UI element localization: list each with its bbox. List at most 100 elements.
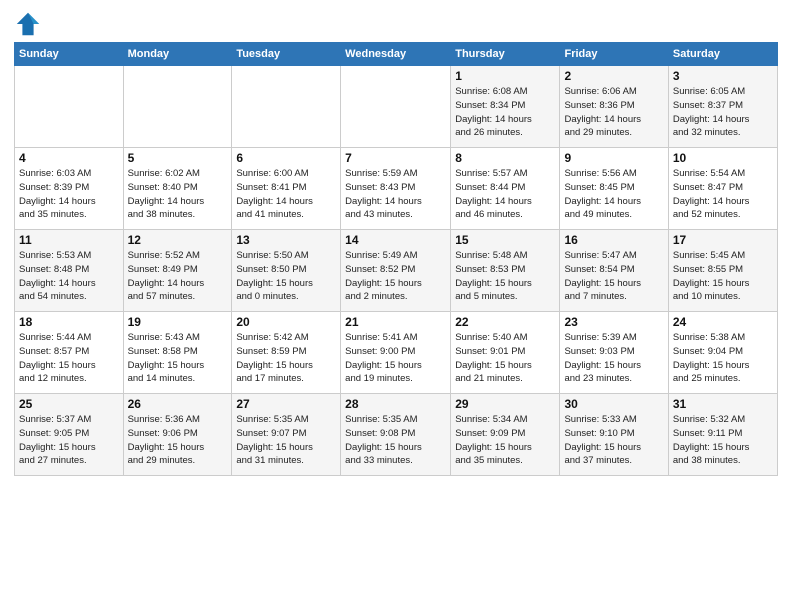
- day-number: 20: [236, 315, 336, 329]
- logo-icon: [14, 10, 42, 38]
- calendar-cell: 27 Sunrise: 5:35 AM Sunset: 9:07 PM Dayli…: [232, 394, 341, 476]
- calendar-cell: 30 Sunrise: 5:33 AM Sunset: 9:10 PM Dayli…: [560, 394, 668, 476]
- day-number: 30: [564, 397, 663, 411]
- calendar-cell: 8 Sunrise: 5:57 AM Sunset: 8:44 PM Daylig…: [451, 148, 560, 230]
- calendar-cell: 15 Sunrise: 5:48 AM Sunset: 8:53 PM Dayli…: [451, 230, 560, 312]
- calendar-cell: 19 Sunrise: 5:43 AM Sunset: 8:58 PM Dayli…: [123, 312, 232, 394]
- calendar-cell: [341, 66, 451, 148]
- day-info: Sunrise: 5:34 AM Sunset: 9:09 PM Dayligh…: [455, 413, 555, 468]
- day-number: 22: [455, 315, 555, 329]
- day-number: 4: [19, 151, 119, 165]
- day-info: Sunrise: 5:50 AM Sunset: 8:50 PM Dayligh…: [236, 249, 336, 304]
- day-info: Sunrise: 5:36 AM Sunset: 9:06 PM Dayligh…: [128, 413, 228, 468]
- day-number: 7: [345, 151, 446, 165]
- day-number: 17: [673, 233, 773, 247]
- weekday-header-monday: Monday: [123, 43, 232, 66]
- day-info: Sunrise: 5:49 AM Sunset: 8:52 PM Dayligh…: [345, 249, 446, 304]
- day-number: 10: [673, 151, 773, 165]
- weekday-header-saturday: Saturday: [668, 43, 777, 66]
- day-info: Sunrise: 6:08 AM Sunset: 8:34 PM Dayligh…: [455, 85, 555, 140]
- calendar-cell: 18 Sunrise: 5:44 AM Sunset: 8:57 PM Dayli…: [15, 312, 124, 394]
- day-number: 18: [19, 315, 119, 329]
- calendar-cell: 25Sunrise: 5:37 AM Sunset: 9:05 PM Dayli…: [15, 394, 124, 476]
- calendar-cell: 11Sunrise: 5:53 AM Sunset: 8:48 PM Dayli…: [15, 230, 124, 312]
- weekday-header-thursday: Thursday: [451, 43, 560, 66]
- calendar-table: SundayMondayTuesdayWednesdayThursdayFrid…: [14, 42, 778, 476]
- day-number: 16: [564, 233, 663, 247]
- calendar-week-5: 25Sunrise: 5:37 AM Sunset: 9:05 PM Dayli…: [15, 394, 778, 476]
- calendar-cell: 28 Sunrise: 5:35 AM Sunset: 9:08 PM Dayli…: [341, 394, 451, 476]
- calendar-cell: 14 Sunrise: 5:49 AM Sunset: 8:52 PM Dayli…: [341, 230, 451, 312]
- calendar-week-4: 18 Sunrise: 5:44 AM Sunset: 8:57 PM Dayli…: [15, 312, 778, 394]
- day-number: 28: [345, 397, 446, 411]
- calendar-week-2: 4 Sunrise: 6:03 AM Sunset: 8:39 PM Daylig…: [15, 148, 778, 230]
- day-number: 9: [564, 151, 663, 165]
- calendar-cell: 16 Sunrise: 5:47 AM Sunset: 8:54 PM Dayli…: [560, 230, 668, 312]
- day-info: Sunrise: 5:41 AM Sunset: 9:00 PM Dayligh…: [345, 331, 446, 386]
- calendar-cell: 17 Sunrise: 5:45 AM Sunset: 8:55 PM Dayli…: [668, 230, 777, 312]
- day-info: Sunrise: 5:59 AM Sunset: 8:43 PM Dayligh…: [345, 167, 446, 222]
- day-info: Sunrise: 5:52 AM Sunset: 8:49 PM Dayligh…: [128, 249, 228, 304]
- day-info: Sunrise: 5:35 AM Sunset: 9:08 PM Dayligh…: [345, 413, 446, 468]
- calendar-cell: 4 Sunrise: 6:03 AM Sunset: 8:39 PM Daylig…: [15, 148, 124, 230]
- calendar-cell: 12Sunrise: 5:52 AM Sunset: 8:49 PM Dayli…: [123, 230, 232, 312]
- day-number: 14: [345, 233, 446, 247]
- day-info: Sunrise: 6:02 AM Sunset: 8:40 PM Dayligh…: [128, 167, 228, 222]
- day-number: 6: [236, 151, 336, 165]
- day-info: Sunrise: 5:35 AM Sunset: 9:07 PM Dayligh…: [236, 413, 336, 468]
- day-info: Sunrise: 6:05 AM Sunset: 8:37 PM Dayligh…: [673, 85, 773, 140]
- calendar-week-1: 1 Sunrise: 6:08 AM Sunset: 8:34 PM Daylig…: [15, 66, 778, 148]
- day-number: 31: [673, 397, 773, 411]
- day-number: 8: [455, 151, 555, 165]
- calendar-body: 1 Sunrise: 6:08 AM Sunset: 8:34 PM Daylig…: [15, 66, 778, 476]
- day-number: 13: [236, 233, 336, 247]
- calendar-cell: 24 Sunrise: 5:38 AM Sunset: 9:04 PM Dayli…: [668, 312, 777, 394]
- calendar-cell: 23 Sunrise: 5:39 AM Sunset: 9:03 PM Dayli…: [560, 312, 668, 394]
- day-info: Sunrise: 5:57 AM Sunset: 8:44 PM Dayligh…: [455, 167, 555, 222]
- day-number: 25: [19, 397, 119, 411]
- day-number: 11: [19, 233, 119, 247]
- calendar-cell: 29 Sunrise: 5:34 AM Sunset: 9:09 PM Dayli…: [451, 394, 560, 476]
- day-number: 19: [128, 315, 228, 329]
- calendar-cell: 20 Sunrise: 5:42 AM Sunset: 8:59 PM Dayli…: [232, 312, 341, 394]
- day-info: Sunrise: 5:43 AM Sunset: 8:58 PM Dayligh…: [128, 331, 228, 386]
- calendar-cell: 10Sunrise: 5:54 AM Sunset: 8:47 PM Dayli…: [668, 148, 777, 230]
- day-number: 23: [564, 315, 663, 329]
- day-info: Sunrise: 5:47 AM Sunset: 8:54 PM Dayligh…: [564, 249, 663, 304]
- day-info: Sunrise: 5:44 AM Sunset: 8:57 PM Dayligh…: [19, 331, 119, 386]
- header: [14, 10, 778, 38]
- calendar-cell: 2 Sunrise: 6:06 AM Sunset: 8:36 PM Daylig…: [560, 66, 668, 148]
- day-info: Sunrise: 6:03 AM Sunset: 8:39 PM Dayligh…: [19, 167, 119, 222]
- day-number: 5: [128, 151, 228, 165]
- calendar-cell: [15, 66, 124, 148]
- day-number: 24: [673, 315, 773, 329]
- day-number: 21: [345, 315, 446, 329]
- day-info: Sunrise: 5:33 AM Sunset: 9:10 PM Dayligh…: [564, 413, 663, 468]
- day-info: Sunrise: 5:39 AM Sunset: 9:03 PM Dayligh…: [564, 331, 663, 386]
- day-number: 2: [564, 69, 663, 83]
- calendar-cell: [123, 66, 232, 148]
- calendar-week-3: 11Sunrise: 5:53 AM Sunset: 8:48 PM Dayli…: [15, 230, 778, 312]
- day-info: Sunrise: 5:38 AM Sunset: 9:04 PM Dayligh…: [673, 331, 773, 386]
- weekday-header-friday: Friday: [560, 43, 668, 66]
- calendar-cell: 1 Sunrise: 6:08 AM Sunset: 8:34 PM Daylig…: [451, 66, 560, 148]
- calendar-page: SundayMondayTuesdayWednesdayThursdayFrid…: [0, 0, 792, 612]
- weekday-header-tuesday: Tuesday: [232, 43, 341, 66]
- day-number: 15: [455, 233, 555, 247]
- day-info: Sunrise: 5:42 AM Sunset: 8:59 PM Dayligh…: [236, 331, 336, 386]
- day-info: Sunrise: 6:06 AM Sunset: 8:36 PM Dayligh…: [564, 85, 663, 140]
- day-info: Sunrise: 5:32 AM Sunset: 9:11 PM Dayligh…: [673, 413, 773, 468]
- calendar-cell: [232, 66, 341, 148]
- calendar-cell: 31 Sunrise: 5:32 AM Sunset: 9:11 PM Dayli…: [668, 394, 777, 476]
- day-info: Sunrise: 5:45 AM Sunset: 8:55 PM Dayligh…: [673, 249, 773, 304]
- calendar-cell: 13 Sunrise: 5:50 AM Sunset: 8:50 PM Dayli…: [232, 230, 341, 312]
- calendar-cell: 21 Sunrise: 5:41 AM Sunset: 9:00 PM Dayli…: [341, 312, 451, 394]
- day-info: Sunrise: 6:00 AM Sunset: 8:41 PM Dayligh…: [236, 167, 336, 222]
- day-number: 1: [455, 69, 555, 83]
- day-number: 29: [455, 397, 555, 411]
- day-info: Sunrise: 5:48 AM Sunset: 8:53 PM Dayligh…: [455, 249, 555, 304]
- calendar-cell: 6 Sunrise: 6:00 AM Sunset: 8:41 PM Daylig…: [232, 148, 341, 230]
- calendar-cell: 22Sunrise: 5:40 AM Sunset: 9:01 PM Dayli…: [451, 312, 560, 394]
- day-number: 27: [236, 397, 336, 411]
- weekday-header-row: SundayMondayTuesdayWednesdayThursdayFrid…: [15, 43, 778, 66]
